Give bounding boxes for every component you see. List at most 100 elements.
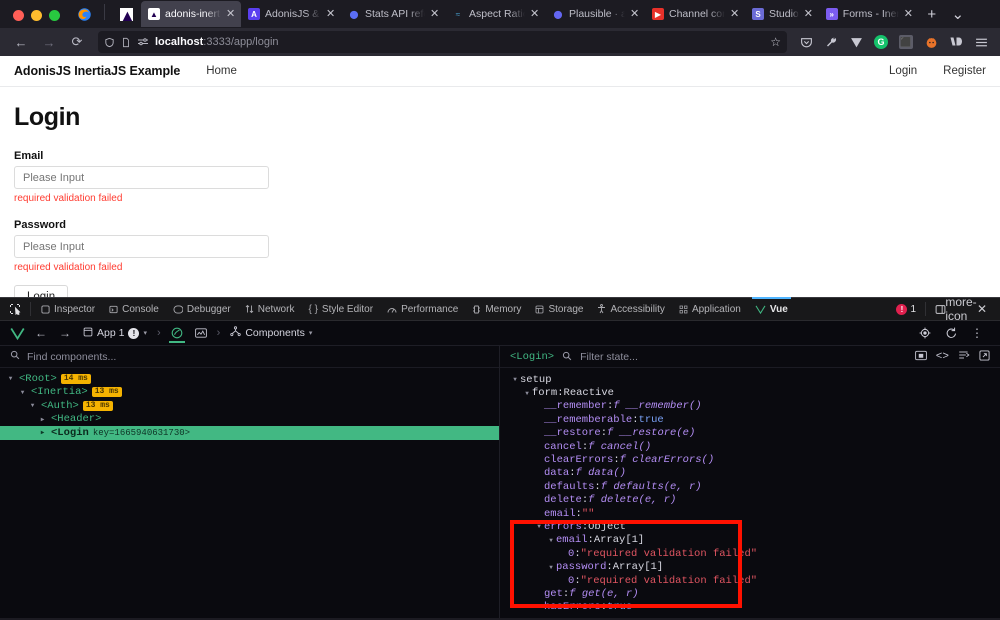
devtools-tab-storage[interactable]: Storage — [528, 298, 590, 320]
nav-link-login[interactable]: Login — [889, 65, 917, 77]
login-submit-button[interactable]: Login — [14, 285, 69, 297]
nav-link-home[interactable]: Home — [206, 65, 237, 77]
state-row-form[interactable]: ▼ form : Reactive — [500, 386, 1000, 399]
devtools-tab-console[interactable]: Console — [102, 298, 166, 320]
window-controls[interactable] — [4, 10, 70, 28]
devtools-tab-network[interactable]: Network — [238, 298, 302, 320]
extension-icon[interactable]: ⬛ — [895, 31, 917, 53]
tree-node-root[interactable]: ▼ <Root> 14 ms — [0, 372, 499, 386]
close-tab-button[interactable]: ✕ — [530, 8, 540, 20]
wrench-icon[interactable] — [820, 31, 842, 53]
tree-node-login[interactable]: ▶ <Login key=1665940631730> — [0, 426, 499, 440]
filter-state-input[interactable]: Filter state... — [580, 351, 638, 363]
tree-node-inertia[interactable]: ▼ <Inertia> 13 ms — [0, 386, 499, 400]
state-row-data[interactable]: data : f data() — [500, 467, 1000, 480]
minimize-window-button[interactable] — [31, 10, 42, 21]
browser-tab-2[interactable]: ⬤ Stats API referenc ✕ — [341, 1, 445, 27]
close-tab-button[interactable]: ✕ — [430, 8, 440, 20]
vue-app-selector[interactable]: App 1 ! ▾ — [78, 323, 152, 343]
state-row-__restore[interactable]: __restore : f __restore(e) — [500, 427, 1000, 440]
browser-tab-6[interactable]: S Studio ✕ — [745, 1, 819, 27]
tracking-protection-icon[interactable] — [137, 37, 149, 47]
expand-arrow-icon[interactable]: ▼ — [18, 389, 27, 396]
timeline-icon[interactable] — [190, 323, 212, 343]
kebab-icon[interactable]: ⋮ — [966, 323, 988, 343]
sort-icon[interactable] — [958, 350, 970, 363]
state-row-email[interactable]: email : "" — [500, 507, 1000, 520]
email-input[interactable] — [14, 166, 269, 189]
vue-back-button[interactable]: ← — [30, 323, 52, 343]
expand-arrow-icon[interactable]: ▼ — [28, 402, 37, 409]
pocket-icon[interactable] — [795, 31, 817, 53]
vue-forward-button[interactable]: → — [54, 323, 76, 343]
state-row-__rememberable[interactable]: __rememberable : true — [500, 413, 1000, 426]
close-tab-button[interactable]: ✕ — [226, 8, 236, 20]
pinned-tab-adonis[interactable]: ▲ — [111, 1, 141, 27]
shield-icon[interactable] — [104, 37, 115, 48]
state-row-errors-email-0[interactable]: 0 : "required validation failed" — [500, 547, 1000, 560]
devtools-tab-memory[interactable]: Memory — [465, 298, 528, 320]
expand-arrow-icon[interactable]: ▼ — [546, 537, 556, 544]
expand-arrow-icon[interactable]: ▼ — [546, 564, 556, 571]
back-button[interactable]: ← — [8, 31, 34, 53]
state-row-cancel[interactable]: cancel : f cancel() — [500, 440, 1000, 453]
state-row-delete[interactable]: delete : f delete(e, r) — [500, 494, 1000, 507]
vimium-icon[interactable] — [945, 31, 967, 53]
tree-node-auth[interactable]: ▼ <Auth> 13 ms — [0, 399, 499, 413]
close-tab-button[interactable]: ✕ — [904, 8, 914, 20]
state-row-errors[interactable]: ▼ errors : Object — [500, 520, 1000, 533]
expand-arrow-icon[interactable]: ▼ — [534, 523, 544, 530]
open-in-editor-icon[interactable] — [914, 350, 927, 364]
close-tab-button[interactable]: ✕ — [730, 8, 740, 20]
devtools-tab-vue[interactable]: Vue — [748, 297, 795, 320]
page-info-icon[interactable] — [121, 37, 131, 48]
vue-panel-selector[interactable]: Components ▾ — [225, 323, 317, 343]
password-input[interactable] — [14, 235, 269, 258]
browser-tab-7[interactable]: » Forms - Inertia.js ✕ — [819, 1, 919, 27]
target-icon[interactable] — [914, 323, 936, 343]
maximize-window-button[interactable] — [49, 10, 60, 21]
element-picker-icon[interactable] — [3, 303, 27, 315]
popout-icon[interactable] — [979, 349, 990, 364]
expand-arrow-icon[interactable]: ▼ — [510, 376, 520, 383]
close-tab-button[interactable]: ✕ — [630, 8, 640, 20]
collapse-arrow-icon[interactable]: ▶ — [38, 429, 47, 436]
forward-button[interactable]: → — [36, 31, 62, 53]
close-tab-button[interactable]: ✕ — [804, 8, 814, 20]
browser-tab-1[interactable]: A AdonisJS & JavaS ✕ — [241, 1, 341, 27]
browser-tab-3[interactable]: ≈ Aspect Ratio - Ta ✕ — [445, 1, 545, 27]
refresh-icon[interactable] — [940, 323, 962, 343]
site-brand[interactable]: AdonisJS InertiaJS Example — [14, 64, 180, 78]
state-row-hasErrors[interactable]: hasErrors : true — [500, 601, 1000, 614]
devtools-tab-inspector[interactable]: Inspector — [34, 298, 102, 320]
close-window-button[interactable] — [13, 10, 24, 21]
browser-tab-4[interactable]: ⬤ Plausible · adocas ✕ — [545, 1, 645, 27]
devtools-tab-style-editor[interactable]: { } Style Editor — [301, 298, 380, 320]
devtools-tab-debugger[interactable]: Debugger — [166, 298, 238, 320]
devtools-tab-performance[interactable]: Performance — [380, 298, 465, 320]
expand-arrow-icon[interactable]: ▼ — [6, 375, 15, 382]
nav-link-register[interactable]: Register — [943, 65, 986, 77]
browser-tab-0[interactable]: ▲ adonis-inertia-ex ✕ — [141, 1, 241, 27]
code-icon[interactable]: <> — [936, 351, 949, 363]
list-all-tabs-button[interactable]: ⌄ — [945, 1, 971, 27]
vue-devtools-icon[interactable] — [845, 31, 867, 53]
devtools-tab-application[interactable]: Application — [672, 298, 748, 320]
instance-icon[interactable] — [166, 323, 188, 343]
state-row-errors-password-0[interactable]: 0 : "required validation failed" — [500, 574, 1000, 587]
state-row-__remember[interactable]: __remember : f __remember() — [500, 400, 1000, 413]
close-icon[interactable]: ✕ — [972, 299, 992, 319]
close-tab-button[interactable]: ✕ — [326, 8, 336, 20]
expand-arrow-icon[interactable]: ▼ — [522, 390, 532, 397]
find-components-search[interactable]: Find components... — [0, 346, 499, 368]
state-row-errors-password[interactable]: ▼ password : Array[1] — [500, 560, 1000, 573]
devtools-tab-accessibility[interactable]: Accessibility — [590, 298, 671, 320]
grammarly-icon[interactable]: G — [870, 31, 892, 53]
state-row-setup[interactable]: ▼ setup — [500, 373, 1000, 386]
error-count-badge[interactable]: ! 1 — [891, 303, 921, 315]
tree-node-header[interactable]: ▶ <Header> — [0, 413, 499, 427]
bookmark-star-icon[interactable]: ☆ — [770, 35, 781, 49]
menu-icon[interactable] — [970, 31, 992, 53]
firefox-account-icon[interactable] — [920, 31, 942, 53]
collapse-arrow-icon[interactable]: ▶ — [38, 416, 47, 423]
